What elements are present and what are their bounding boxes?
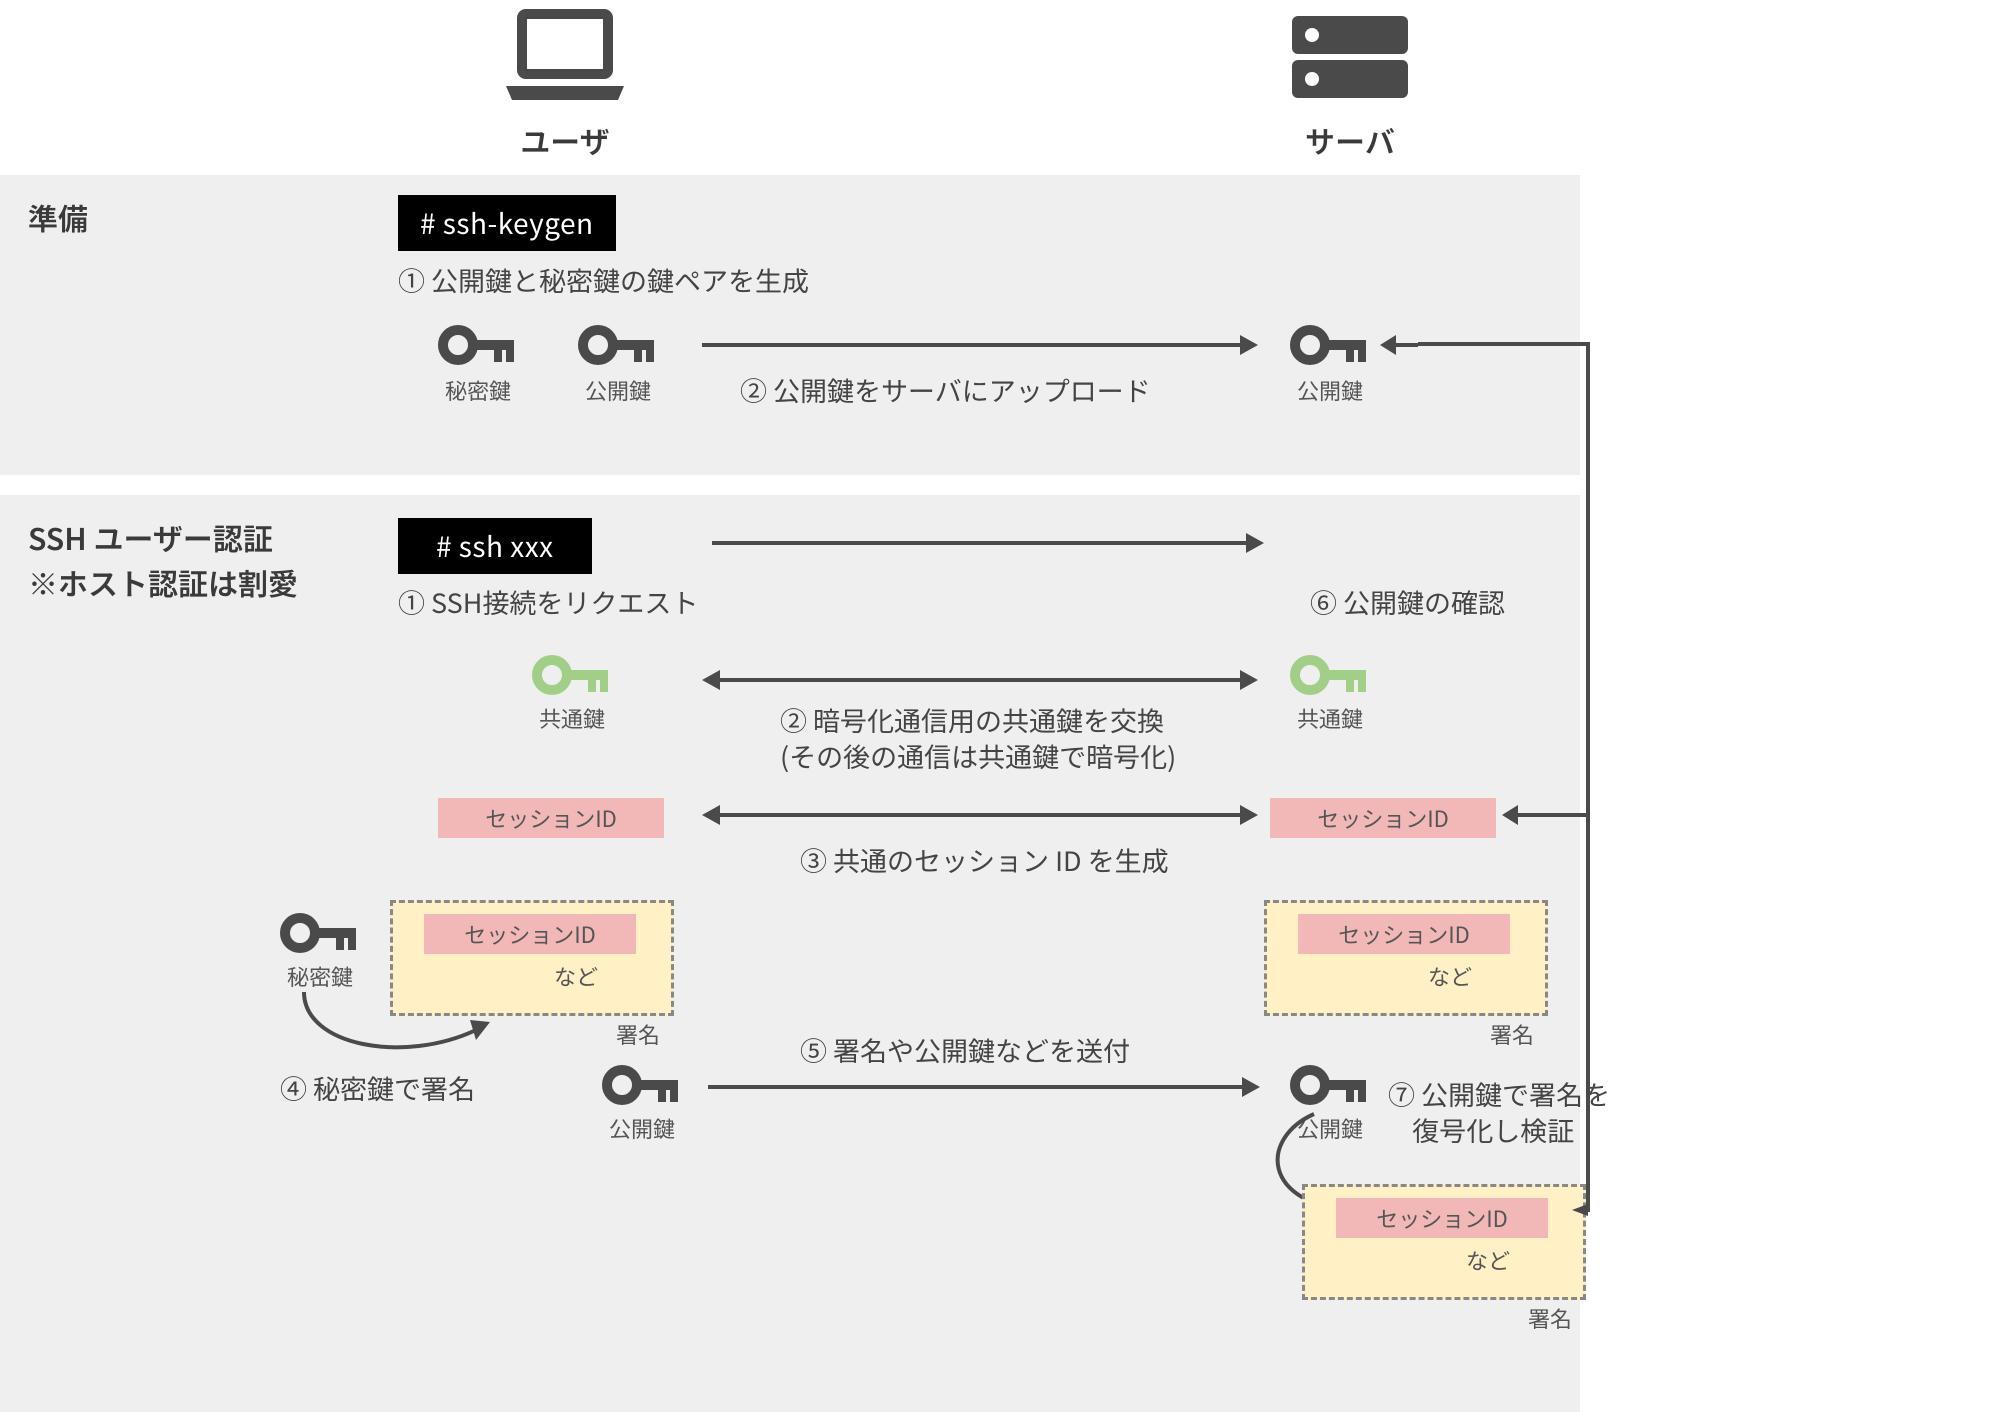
cmd-ssh-xxx: # ssh xxx [398, 518, 592, 574]
sign-box-verify-label: 署名 [1528, 1302, 1572, 1334]
laptop-icon [500, 8, 630, 108]
user-public-key-label2: 公開鍵 [604, 1112, 680, 1144]
public-key-label: 公開鍵 [580, 374, 656, 406]
sign-box-user-label: 署名 [616, 1018, 660, 1050]
server-public-key-label: 公開鍵 [1292, 374, 1368, 406]
arrow-sign [294, 986, 504, 1076]
prep-step1: ① 公開鍵と秘密鍵の鍵ペアを生成 [398, 260, 809, 299]
common-key-left-label: 共通鍵 [534, 702, 610, 734]
user-public-key-icon2 [602, 1060, 682, 1110]
arrow-ssh-request [710, 528, 1266, 558]
prep-step2: ② 公開鍵をサーバにアップロード [740, 370, 1151, 409]
section-prep-title: 準備 [28, 195, 88, 240]
auth-step4: ④ 秘密鍵で署名 [280, 1068, 475, 1107]
common-key-right-icon [1290, 650, 1370, 700]
user-column-header: ユーザ [490, 118, 640, 162]
server-column-header: サーバ [1275, 118, 1425, 162]
cmd-ssh-keygen: # ssh-keygen [398, 195, 616, 251]
user-private-key-icon [280, 908, 360, 958]
key-icon-private [438, 320, 518, 370]
auth-step2a: ② 暗号化通信用の共通鍵を交換 [780, 700, 1164, 739]
auth-step1: ① SSH接続をリクエスト [398, 582, 698, 621]
arrow-into-server-key [1378, 330, 1418, 360]
auth-step2b: (その後の通信は共通鍵で暗号化) [780, 736, 1176, 775]
key-icon-public [578, 320, 658, 370]
arrow-upload-public [700, 330, 1260, 360]
common-key-left-icon [532, 650, 612, 700]
server-icon [1290, 12, 1410, 102]
sign-box-user-etc: など [554, 960, 598, 992]
auth-step5: ⑤ 署名や公開鍵などを送付 [800, 1030, 1130, 1069]
sign-box-user-chip: セッションID [424, 914, 636, 954]
private-key-label: 秘密鍵 [440, 374, 516, 406]
session-chip-left: セッションID [438, 798, 664, 838]
arrow-exchange-key [700, 665, 1260, 695]
arrow-session-id [700, 800, 1260, 830]
section-auth-title: SSH ユーザー認証 ※ホスト認証は割愛 [28, 515, 298, 605]
loop-right [1418, 300, 1618, 1260]
arrow-send-sign [706, 1072, 1262, 1102]
server-public-key-icon2 [1290, 1060, 1370, 1110]
common-key-right-label: 共通鍵 [1292, 702, 1368, 734]
auth-step3: ③ 共通のセッション ID を生成 [800, 840, 1169, 879]
server-public-key-icon [1290, 320, 1370, 370]
